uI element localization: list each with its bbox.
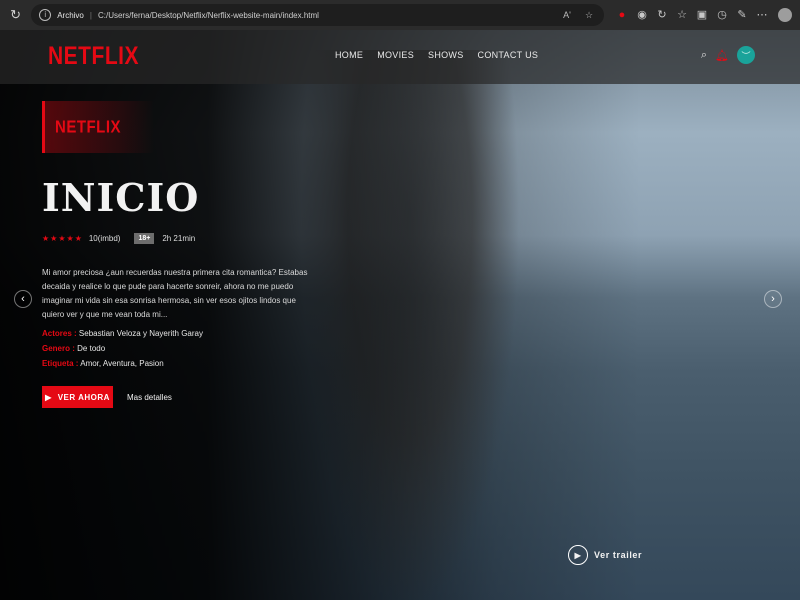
user-avatar[interactable]: ︶ bbox=[737, 46, 755, 64]
address-bar[interactable]: i Archivo | C:/Users/ferna/Desktop/Netfl… bbox=[31, 4, 604, 26]
tags-row: Etiqueta : Amor, Aventura, Pasion bbox=[42, 356, 203, 371]
actors-label: Actores : bbox=[42, 329, 77, 338]
watch-trailer-button[interactable]: ▶ Ver trailer bbox=[568, 545, 642, 565]
tags-value: Amor, Aventura, Pasion bbox=[80, 359, 164, 368]
nav-movies[interactable]: MOVIES bbox=[377, 50, 414, 60]
next-slide-button[interactable]: › bbox=[764, 290, 782, 308]
main-menu: HOME MOVIES SHOWS CONTACT US bbox=[335, 50, 538, 60]
chevron-right-icon: › bbox=[771, 293, 775, 305]
age-badge: 18+ bbox=[134, 233, 155, 244]
address-scheme: Archivo bbox=[57, 10, 84, 20]
actors-row: Actores : Sebastian Veloza y Nayerith Ga… bbox=[42, 326, 203, 341]
hero-details: Actores : Sebastian Veloza y Nayerith Ga… bbox=[42, 326, 203, 371]
nav-shows[interactable]: SHOWS bbox=[428, 50, 464, 60]
more-details-link[interactable]: Mas detalles bbox=[127, 393, 172, 402]
favorites-icon[interactable]: ☆ bbox=[672, 6, 692, 24]
collections-icon[interactable]: ▣ bbox=[692, 6, 712, 24]
favorite-icon[interactable]: ☆ bbox=[582, 10, 596, 21]
search-icon[interactable]: ⌕ bbox=[701, 49, 707, 62]
site-header: NETFLIX HOME MOVIES SHOWS CONTACT US ⌕ 🔔… bbox=[0, 30, 800, 84]
hero-title: INICIO bbox=[42, 175, 200, 220]
hero-badge-logo: NETFLIX bbox=[55, 117, 121, 137]
history-icon[interactable]: ◷ bbox=[712, 6, 732, 24]
reload-icon[interactable]: ↻ bbox=[8, 7, 23, 23]
hero-actions: ▶ VER AHORA Mas detalles bbox=[42, 386, 172, 408]
duration-text: 2h 21min bbox=[162, 234, 196, 243]
rating-text: 10(imbd) bbox=[88, 234, 121, 243]
play-icon: ▶ bbox=[45, 392, 52, 402]
genre-row: Genero : De todo bbox=[42, 341, 203, 356]
hero-meta: ★★★★★ 10(imbd) 18+ 2h 21min bbox=[42, 233, 195, 244]
address-url[interactable]: C:/Users/ferna/Desktop/Netflix/Nerflix-w… bbox=[98, 11, 319, 20]
trailer-label: Ver trailer bbox=[594, 550, 643, 560]
netflix-page: NETFLIX HOME MOVIES SHOWS CONTACT US ⌕ 🔔… bbox=[0, 30, 800, 600]
genre-label: Genero : bbox=[42, 344, 75, 353]
tags-label: Etiqueta : bbox=[42, 359, 79, 368]
bell-icon[interactable]: 🔔︎ bbox=[715, 49, 729, 62]
extension-icon[interactable]: ● bbox=[612, 6, 632, 24]
profile-avatar[interactable] bbox=[778, 8, 792, 22]
chevron-left-icon: ‹ bbox=[21, 293, 25, 305]
hero-badge: NETFLIX bbox=[42, 101, 154, 153]
extension-icon-2[interactable]: ◉ bbox=[632, 6, 652, 24]
info-icon[interactable]: i bbox=[39, 9, 52, 21]
header-actions: ⌕ 🔔︎ ︶ bbox=[701, 46, 755, 64]
watch-now-label: VER AHORA bbox=[57, 392, 110, 402]
address-separator: | bbox=[89, 10, 92, 20]
genre-value: De todo bbox=[77, 344, 106, 353]
nav-home[interactable]: HOME bbox=[335, 50, 363, 60]
watch-now-button[interactable]: ▶ VER AHORA bbox=[42, 386, 113, 408]
rating-stars-icon: ★★★★★ bbox=[42, 234, 83, 243]
actors-value: Sebastian Veloza y Nayerith Garay bbox=[78, 329, 203, 338]
netflix-logo[interactable]: NETFLIX bbox=[48, 43, 139, 72]
downloads-icon[interactable]: ✎ bbox=[732, 6, 752, 24]
browser-toolbar: ↻ i Archivo | C:/Users/ferna/Desktop/Net… bbox=[0, 0, 800, 30]
hero-description: Mi amor preciosa ¿aun recuerdas nuestra … bbox=[42, 268, 308, 319]
play-circle-icon: ▶ bbox=[568, 545, 588, 565]
browser-tools: ● ◉ ↻ ☆ ▣ ◷ ✎ ⋯ bbox=[612, 6, 792, 24]
read-aloud-icon[interactable]: A' bbox=[560, 10, 574, 20]
menu-icon[interactable]: ⋯ bbox=[752, 6, 772, 24]
sync-icon[interactable]: ↻ bbox=[652, 6, 672, 24]
nav-contact-us[interactable]: CONTACT US bbox=[478, 50, 539, 60]
previous-slide-button[interactable]: ‹ bbox=[14, 290, 32, 308]
